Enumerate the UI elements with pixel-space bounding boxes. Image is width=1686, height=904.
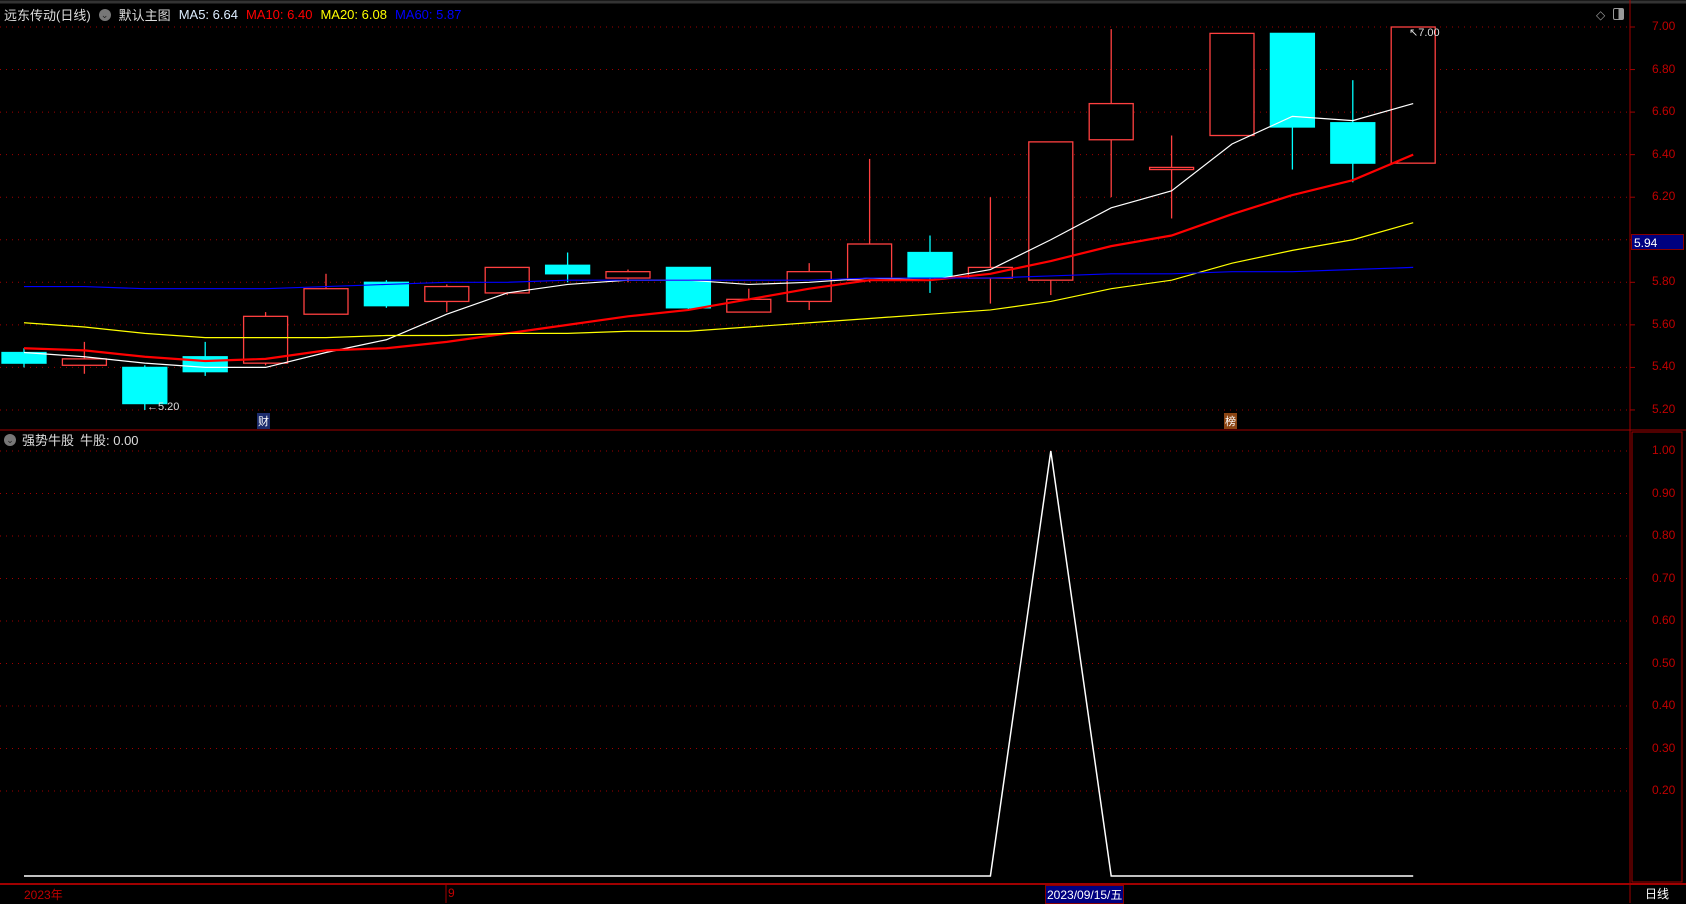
price-tick-label: 5.60 (1652, 316, 1676, 331)
diamond-icon[interactable]: ◇ (1596, 8, 1605, 22)
stock-title: 远东传动(日线) (4, 8, 91, 23)
indicator-legend: ⌄ 强势牛股 牛股: 0.00 (4, 430, 139, 449)
candle-up (605, 271, 651, 279)
month-label: 9 (448, 886, 455, 900)
indicator-tick-label: 0.70 (1652, 570, 1676, 585)
main-chart-legend: 远东传动(日线) ⌄ 默认主图 MA5: 6.64 MA10: 6.40 MA2… (4, 5, 461, 24)
indicator-tick-label: 0.80 (1652, 528, 1676, 542)
candle-down (363, 281, 410, 307)
high-price-marker: ↖7.00 (1409, 27, 1440, 39)
indicator-tick-label: 0.20 (1652, 783, 1676, 797)
chart-canvas[interactable] (0, 0, 1686, 903)
ma5-line (23, 103, 1414, 368)
ma10-line (23, 153, 1414, 363)
candle-up (484, 266, 530, 294)
indicator-tick-label: 0.60 (1652, 613, 1676, 627)
candle-up (1148, 166, 1195, 171)
candle-down (544, 264, 591, 275)
price-tick-label: 5.80 (1652, 274, 1676, 289)
price-tick-label: 5.20 (1652, 401, 1676, 416)
price-tick-label: 7.00 (1652, 19, 1676, 33)
candle-up (1028, 141, 1074, 281)
year-label: 2023年 (24, 888, 63, 902)
chevron-down-icon[interactable]: ⌄ (4, 433, 16, 446)
ma20-label: MA20: 6.08 (320, 7, 387, 22)
price-tick-label: 6.60 (1652, 104, 1676, 119)
indicator-tick-label: 0.90 (1652, 485, 1676, 500)
candle-down (907, 251, 953, 279)
candle-down (665, 266, 712, 309)
candle-up (1209, 32, 1255, 137)
indicator-value: 牛股: 0.00 (80, 433, 139, 448)
indicator-tick-label: 0.50 (1652, 655, 1676, 670)
indicator-tick-label: 0.40 (1652, 698, 1676, 712)
price-tick-label: 5.40 (1652, 359, 1676, 374)
candle-up (424, 285, 470, 303)
candle-up (303, 288, 349, 315)
current-price-tag: 5.94 (1631, 234, 1684, 250)
candle-up (1088, 102, 1134, 141)
chart-toolbar: ◇ (1596, 8, 1625, 22)
high-price-value: 7.00 (1418, 27, 1440, 39)
price-tick-label: 6.40 (1652, 146, 1676, 161)
indicator-tick-label: 1.00 (1652, 443, 1676, 457)
low-price-value: 5.20 (158, 401, 180, 413)
candle-up (61, 358, 108, 366)
event-marker-financial[interactable]: 财 (257, 413, 270, 429)
chevron-down-icon[interactable]: ⌄ (98, 8, 111, 21)
low-price-marker: ←5.20 (147, 401, 180, 413)
ma60-label: MA60: 5.87 (394, 7, 462, 22)
candle-up (1390, 26, 1436, 164)
indicator-name[interactable]: 强势牛股 (22, 430, 74, 449)
period-selector[interactable]: 日线 (1645, 885, 1669, 902)
candle-down (1330, 122, 1376, 164)
ma5-label: MA5: 6.64 (178, 7, 238, 22)
selected-date: 2023/09/15/五 (1045, 885, 1125, 904)
candle-down (1269, 32, 1316, 128)
candle-up (846, 243, 893, 281)
event-marker-ranking[interactable]: 榜 (1224, 413, 1237, 429)
price-tick-label: 6.80 (1652, 61, 1676, 76)
indicator-tick-label: 0.30 (1652, 740, 1676, 755)
ma10-label: MA10: 6.40 (245, 7, 313, 22)
price-tick-label: 6.20 (1652, 189, 1676, 204)
candle-down (122, 366, 168, 405)
indicator-line (24, 450, 1414, 877)
panel-toggle-icon[interactable] (1613, 8, 1625, 20)
main-chart-selector[interactable]: 默认主图 (119, 5, 171, 24)
